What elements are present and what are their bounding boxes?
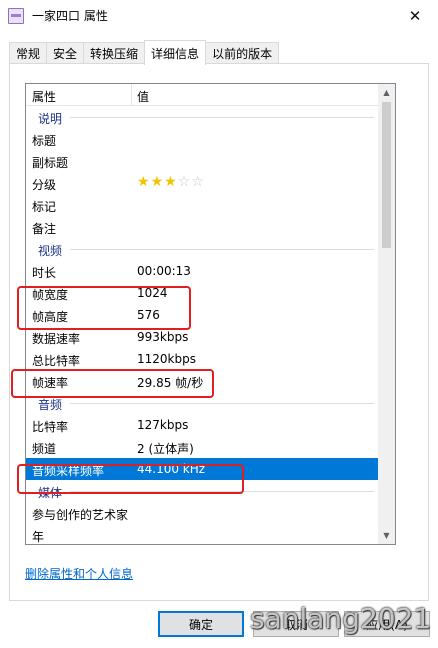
property-value: 127kbps bbox=[137, 418, 189, 432]
property-name: 时长 bbox=[32, 266, 57, 280]
window-title: 一家四口 属性 bbox=[32, 9, 108, 23]
property-name: 标记 bbox=[32, 200, 57, 214]
property-value: 576 bbox=[137, 308, 160, 322]
tab-previous-versions[interactable]: 以前的版本 bbox=[205, 42, 280, 64]
scroll-down-icon[interactable]: ▼ bbox=[378, 527, 395, 544]
property-name: 帧速率 bbox=[32, 376, 69, 390]
group-video: 视频 bbox=[26, 238, 378, 260]
property-row-sample-rate[interactable]: 音频采样频率 44.100 kHz bbox=[26, 458, 378, 480]
ok-button[interactable]: 确定 bbox=[158, 611, 244, 637]
rating-stars[interactable]: ★★★☆☆ bbox=[137, 174, 205, 190]
star-empty-icon[interactable]: ☆ bbox=[191, 174, 205, 190]
property-row-subtitle[interactable]: 副标题 bbox=[26, 150, 378, 172]
property-row-bit-rate[interactable]: 比特率 127kbps bbox=[26, 414, 378, 436]
property-row-total-bitrate[interactable]: 总比特率 1120kbps bbox=[26, 348, 378, 370]
group-audio: 音频 bbox=[26, 392, 378, 414]
group-description: 说明 bbox=[26, 106, 378, 128]
property-name: 帧宽度 bbox=[32, 288, 69, 302]
property-row-data-rate[interactable]: 数据速率 993kbps bbox=[26, 326, 378, 348]
column-header-property[interactable]: 属性 bbox=[32, 88, 56, 105]
scroll-up-icon[interactable]: ▲ bbox=[378, 84, 395, 101]
property-value: 44.100 kHz bbox=[137, 462, 206, 476]
property-name: 副标题 bbox=[32, 156, 69, 170]
property-value: 1024 bbox=[137, 286, 168, 300]
property-name: 数据速率 bbox=[32, 332, 81, 346]
details-panel: 属性 值 说明 标题 副标题 分级 ★★★☆☆ 标记 备注 视频 时长 00:0… bbox=[9, 63, 429, 601]
apply-button[interactable]: 应用(A) bbox=[344, 611, 430, 637]
tab-general[interactable]: 常规 bbox=[9, 42, 48, 64]
star-filled-icon[interactable]: ★ bbox=[151, 174, 165, 190]
column-header-value[interactable]: 值 bbox=[137, 88, 149, 105]
property-name: 参与创作的艺术家 bbox=[32, 508, 129, 522]
tab-security[interactable]: 安全 bbox=[46, 42, 85, 64]
tab-details[interactable]: 详细信息 bbox=[144, 40, 207, 65]
group-label: 视频 bbox=[38, 244, 63, 258]
property-value: 2 (立体声) bbox=[137, 442, 194, 456]
group-divider bbox=[70, 249, 374, 250]
close-button[interactable]: ✕ bbox=[392, 0, 438, 32]
group-divider bbox=[70, 117, 374, 118]
property-name: 年 bbox=[32, 530, 45, 544]
property-row-frame-width[interactable]: 帧宽度 1024 bbox=[26, 282, 378, 304]
property-name: 比特率 bbox=[32, 420, 69, 434]
property-row-duration[interactable]: 时长 00:00:13 bbox=[26, 260, 378, 282]
property-row-rating[interactable]: 分级 ★★★☆☆ bbox=[26, 172, 378, 194]
video-file-icon bbox=[8, 8, 24, 24]
property-row-tags[interactable]: 标记 bbox=[26, 194, 378, 216]
property-value: 1120kbps bbox=[137, 352, 196, 366]
star-empty-icon[interactable]: ☆ bbox=[178, 174, 192, 190]
property-name: 频道 bbox=[32, 442, 57, 456]
property-row-title[interactable]: 标题 bbox=[26, 128, 378, 150]
property-name: 音频采样频率 bbox=[32, 464, 105, 478]
group-divider bbox=[70, 491, 374, 492]
property-row-contributing-artists[interactable]: 参与创作的艺术家 bbox=[26, 502, 378, 524]
remove-properties-link[interactable]: 删除属性和个人信息 bbox=[25, 565, 133, 582]
property-row-comments[interactable]: 备注 bbox=[26, 216, 378, 238]
title-bar: 一家四口 属性 ✕ bbox=[0, 0, 438, 32]
tab-strip: 常规 安全 转换压缩 详细信息 以前的版本 bbox=[9, 40, 280, 65]
column-divider[interactable] bbox=[131, 84, 132, 106]
vertical-scrollbar[interactable]: ▲ ▼ bbox=[378, 84, 395, 544]
star-filled-icon[interactable]: ★ bbox=[137, 174, 151, 190]
property-name: 分级 bbox=[32, 178, 57, 192]
property-value: 00:00:13 bbox=[137, 264, 191, 278]
property-value: 29.85 帧/秒 bbox=[137, 376, 204, 390]
group-label: 音频 bbox=[38, 398, 63, 412]
group-label: 媒体 bbox=[38, 486, 63, 500]
tab-convert-compress[interactable]: 转换压缩 bbox=[83, 42, 146, 64]
property-name: 备注 bbox=[32, 222, 57, 236]
cancel-button[interactable]: 取消 bbox=[253, 611, 339, 637]
group-label: 说明 bbox=[38, 112, 63, 126]
properties-list[interactable]: 属性 值 说明 标题 副标题 分级 ★★★☆☆ 标记 备注 视频 时长 00:0… bbox=[25, 83, 396, 545]
property-row-frame-height[interactable]: 帧高度 576 bbox=[26, 304, 378, 326]
property-name: 帧高度 bbox=[32, 310, 69, 324]
group-media: 媒体 bbox=[26, 480, 378, 502]
property-name: 标题 bbox=[32, 134, 57, 148]
property-row-year[interactable]: 年 bbox=[26, 524, 378, 544]
property-value: 993kbps bbox=[137, 330, 189, 344]
group-divider bbox=[70, 403, 374, 404]
scroll-thumb[interactable] bbox=[382, 102, 391, 248]
property-row-frame-rate[interactable]: 帧速率 29.85 帧/秒 bbox=[26, 370, 378, 392]
star-filled-icon[interactable]: ★ bbox=[164, 174, 178, 190]
property-name: 总比特率 bbox=[32, 354, 81, 368]
list-header: 属性 值 bbox=[26, 84, 378, 106]
property-row-channels[interactable]: 频道 2 (立体声) bbox=[26, 436, 378, 458]
